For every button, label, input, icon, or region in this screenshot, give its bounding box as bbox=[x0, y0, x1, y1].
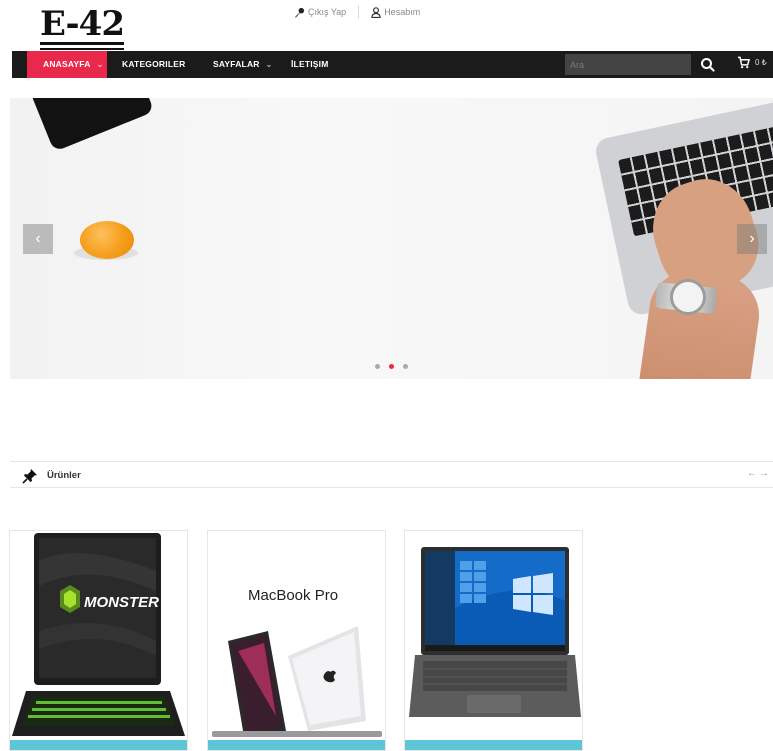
slide-image-orange bbox=[80, 221, 134, 259]
cart-button[interactable]: 0 ₺ bbox=[737, 56, 767, 69]
cart-icon bbox=[737, 56, 750, 69]
logo-underline bbox=[40, 42, 124, 45]
chevron-down-icon: ⌄ bbox=[265, 60, 273, 69]
slider-dot[interactable] bbox=[375, 364, 380, 369]
card-footer bbox=[208, 740, 385, 750]
nav-item-categories[interactable]: KATEGORILER bbox=[122, 51, 185, 78]
product-image bbox=[409, 547, 581, 717]
slide-image-phone bbox=[29, 98, 155, 152]
product-card[interactable]: MacBook Pro bbox=[207, 530, 386, 751]
nav-item-label: ANASAYFA bbox=[43, 59, 91, 69]
chevron-down-icon: ⌄ bbox=[96, 60, 104, 69]
logout-label: Çıkış Yap bbox=[308, 7, 347, 17]
product-brand-text: MONSTER bbox=[84, 594, 159, 611]
slide-image-watch-face bbox=[670, 279, 706, 315]
user-icon bbox=[371, 6, 381, 18]
top-links-divider bbox=[358, 5, 360, 19]
chevron-left-icon: ‹ bbox=[35, 230, 41, 247]
logo-text: E-42 bbox=[40, 4, 125, 44]
product-card[interactable]: MONSTER bbox=[9, 530, 188, 751]
chevron-right-icon: › bbox=[749, 230, 755, 247]
nav-item-pages[interactable]: SAYFALAR ⌄ bbox=[213, 51, 273, 78]
slider-prev-button[interactable]: ‹ bbox=[23, 224, 53, 254]
slider-next-button[interactable]: › bbox=[737, 224, 767, 254]
account-label: Hesabım bbox=[384, 7, 421, 17]
nav-item-label: İLETIŞIM bbox=[291, 59, 329, 69]
site-logo[interactable]: E-42 bbox=[40, 4, 125, 50]
card-footer bbox=[405, 740, 582, 750]
nav-item-label: KATEGORILER bbox=[122, 59, 186, 69]
search-button[interactable] bbox=[698, 55, 718, 75]
nav-item-home[interactable]: ANASAYFA ⌄ bbox=[27, 51, 107, 78]
top-links: Çıkış Yap Hesabım bbox=[294, 5, 420, 19]
logo-underline-second bbox=[40, 48, 124, 50]
logout-link[interactable]: Çıkış Yap bbox=[294, 7, 346, 18]
product-image: MONSTER bbox=[12, 533, 185, 736]
hero-slider: ‹ › bbox=[10, 98, 773, 379]
pin-icon bbox=[22, 469, 37, 484]
product-card[interactable] bbox=[404, 530, 583, 751]
card-footer bbox=[10, 740, 187, 750]
search-icon bbox=[701, 58, 715, 72]
slider-dots bbox=[375, 364, 408, 369]
cart-total: 0 ₺ bbox=[755, 58, 767, 67]
product-brand-text: MacBook Pro bbox=[248, 587, 338, 604]
key-icon bbox=[294, 7, 305, 18]
slider-dot[interactable] bbox=[403, 364, 408, 369]
product-image: MacBook Pro bbox=[212, 587, 382, 737]
search-input[interactable] bbox=[565, 54, 691, 75]
account-link[interactable]: Hesabım bbox=[371, 6, 421, 18]
products-header: Ürünler ←→ bbox=[10, 461, 773, 488]
slider-dot-active[interactable] bbox=[389, 364, 394, 369]
main-navbar: ANASAYFA ⌄ KATEGORILER SAYFALAR ⌄ İLETIŞIM… bbox=[12, 51, 773, 78]
carousel-arrows[interactable]: ←→ bbox=[747, 468, 771, 479]
nav-item-contact[interactable]: İLETIŞIM bbox=[291, 51, 329, 78]
products-title: Ürünler bbox=[47, 470, 81, 481]
nav-item-label: SAYFALAR bbox=[213, 59, 260, 69]
